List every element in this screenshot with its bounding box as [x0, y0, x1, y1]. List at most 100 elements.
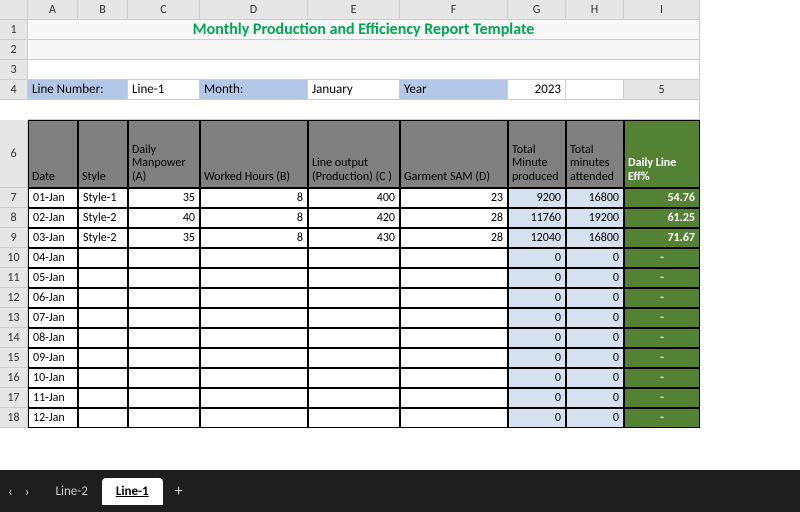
row-header[interactable]: 10 [0, 248, 28, 268]
cell-eff[interactable]: 54.76 [624, 188, 700, 208]
cell-attended[interactable]: 0 [566, 288, 624, 308]
row-header[interactable]: 18 [0, 408, 28, 428]
cell-style[interactable] [78, 288, 128, 308]
cell-produced[interactable]: 0 [508, 288, 566, 308]
cell-output[interactable] [308, 388, 400, 408]
cell-attended[interactable]: 16800 [566, 188, 624, 208]
cell-output[interactable] [308, 348, 400, 368]
col-header[interactable]: H [566, 0, 624, 20]
cell-worked[interactable]: 8 [200, 188, 308, 208]
empty-cell[interactable] [28, 60, 700, 80]
row-header[interactable]: 15 [0, 348, 28, 368]
col-header[interactable]: C [128, 0, 200, 20]
cell-attended[interactable]: 16800 [566, 228, 624, 248]
cell-style[interactable] [78, 368, 128, 388]
cell-attended[interactable]: 0 [566, 408, 624, 428]
sheet-tab-line2[interactable]: Line-2 [42, 478, 102, 505]
cell-manpower[interactable] [128, 408, 200, 428]
row-header[interactable]: 6 [0, 120, 28, 188]
cell-output[interactable] [308, 368, 400, 388]
row-header[interactable]: 1 [0, 20, 28, 40]
cell-worked[interactable] [200, 288, 308, 308]
cell-eff[interactable]: - [624, 368, 700, 388]
cell-produced[interactable]: 9200 [508, 188, 566, 208]
cell-manpower[interactable] [128, 248, 200, 268]
empty-cell[interactable] [28, 100, 700, 120]
cell-manpower[interactable]: 35 [128, 228, 200, 248]
cell-date[interactable]: 08-Jan [28, 328, 78, 348]
cell-manpower[interactable] [128, 288, 200, 308]
cell-sam[interactable] [400, 288, 508, 308]
col-header[interactable]: D [200, 0, 308, 20]
cell-date[interactable]: 12-Jan [28, 408, 78, 428]
cell-output[interactable] [308, 328, 400, 348]
row-header[interactable]: 13 [0, 308, 28, 328]
cell-sam[interactable] [400, 308, 508, 328]
cell-produced[interactable]: 0 [508, 268, 566, 288]
row-header[interactable]: 3 [0, 60, 28, 80]
cell-sam[interactable]: 23 [400, 188, 508, 208]
cell-date[interactable]: 04-Jan [28, 248, 78, 268]
cell-output[interactable]: 430 [308, 228, 400, 248]
cell-attended[interactable]: 0 [566, 308, 624, 328]
cell-produced[interactable]: 11760 [508, 208, 566, 228]
select-all-corner[interactable] [0, 0, 28, 20]
cell-attended[interactable]: 0 [566, 348, 624, 368]
cell-produced[interactable]: 0 [508, 348, 566, 368]
cell-attended[interactable]: 0 [566, 388, 624, 408]
cell-sam[interactable] [400, 248, 508, 268]
cell-sam[interactable] [400, 368, 508, 388]
cell-worked[interactable]: 8 [200, 228, 308, 248]
cell-worked[interactable] [200, 388, 308, 408]
new-sheet-button[interactable]: + [163, 476, 195, 507]
next-sheet-icon[interactable]: › [25, 483, 30, 500]
cell-attended[interactable]: 0 [566, 268, 624, 288]
row-header[interactable]: 7 [0, 188, 28, 208]
cell-worked[interactable] [200, 348, 308, 368]
cell-sam[interactable]: 28 [400, 228, 508, 248]
cell-output[interactable] [308, 408, 400, 428]
cell-sam[interactable]: 28 [400, 208, 508, 228]
cell-produced[interactable]: 0 [508, 248, 566, 268]
cell-attended[interactable]: 0 [566, 248, 624, 268]
row-header[interactable]: 9 [0, 228, 28, 248]
cell-eff[interactable]: - [624, 308, 700, 328]
cell-sam[interactable] [400, 348, 508, 368]
line-number-value[interactable]: Line-1 [128, 80, 200, 100]
cell-output[interactable] [308, 248, 400, 268]
empty-cell[interactable] [566, 80, 624, 100]
cell-worked[interactable] [200, 308, 308, 328]
cell-produced[interactable]: 0 [508, 328, 566, 348]
row-header[interactable]: 2 [0, 40, 28, 60]
cell-worked[interactable] [200, 248, 308, 268]
cell-sam[interactable] [400, 268, 508, 288]
cell-attended[interactable]: 0 [566, 328, 624, 348]
col-header[interactable]: F [400, 0, 508, 20]
cell-date[interactable]: 06-Jan [28, 288, 78, 308]
col-header[interactable]: G [508, 0, 566, 20]
cell-output[interactable]: 420 [308, 208, 400, 228]
row-header[interactable]: 5 [624, 80, 700, 100]
cell-date[interactable]: 07-Jan [28, 308, 78, 328]
cell-output[interactable] [308, 308, 400, 328]
cell-style[interactable] [78, 408, 128, 428]
row-header[interactable]: 8 [0, 208, 28, 228]
cell-manpower[interactable] [128, 368, 200, 388]
cell-worked[interactable] [200, 268, 308, 288]
cell-produced[interactable]: 12040 [508, 228, 566, 248]
cell-style[interactable] [78, 328, 128, 348]
cell-eff[interactable]: - [624, 288, 700, 308]
cell-style[interactable] [78, 388, 128, 408]
cell-manpower[interactable] [128, 268, 200, 288]
cell-worked[interactable] [200, 368, 308, 388]
sheet-tab-line1[interactable]: Line-1 [102, 478, 163, 505]
cell-date[interactable]: 02-Jan [28, 208, 78, 228]
row-header[interactable]: 14 [0, 328, 28, 348]
cell-eff[interactable]: 71.67 [624, 228, 700, 248]
cell-eff[interactable]: - [624, 268, 700, 288]
cell-date[interactable]: 01-Jan [28, 188, 78, 208]
cell-produced[interactable]: 0 [508, 368, 566, 388]
cell-style[interactable] [78, 268, 128, 288]
col-header[interactable]: I [624, 0, 700, 20]
cell-output[interactable]: 400 [308, 188, 400, 208]
